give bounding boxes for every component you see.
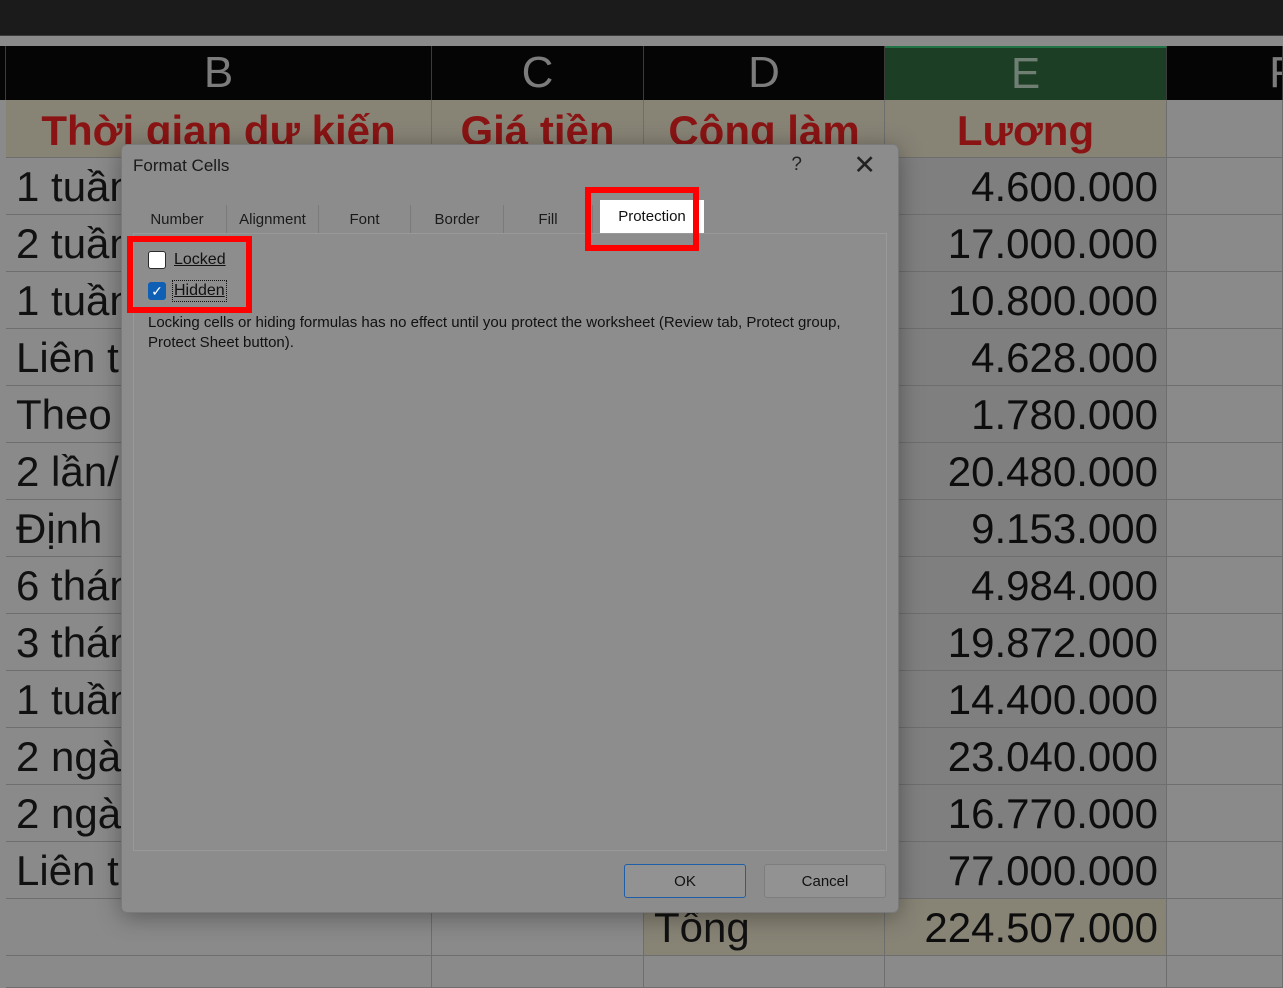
info-line-1: Locking cells or hiding formulas has no …: [148, 314, 841, 331]
cell-f-header[interactable]: [1167, 100, 1283, 158]
cell-e-row[interactable]: 4.600.000: [885, 158, 1167, 215]
cancel-button[interactable]: Cancel: [764, 864, 886, 898]
tab-strip: Number Alignment Font Border Fill Protec…: [128, 200, 886, 233]
col-header-e[interactable]: E: [885, 46, 1167, 100]
cell-f-row[interactable]: [1167, 557, 1283, 614]
title-bar: [0, 0, 1283, 36]
cell-f-row[interactable]: [1167, 158, 1283, 215]
cell-f-empty[interactable]: [1167, 956, 1283, 988]
tab-alignment[interactable]: Alignment: [227, 205, 319, 233]
col-header-b[interactable]: B: [6, 46, 432, 100]
cell-f-row[interactable]: [1167, 500, 1283, 557]
cell-f-row[interactable]: [1167, 785, 1283, 842]
cell-e-row[interactable]: 23.040.000: [885, 728, 1167, 785]
cell-e-row[interactable]: 16.770.000: [885, 785, 1167, 842]
cell-e-row[interactable]: 17.000.000: [885, 215, 1167, 272]
cell-e-empty[interactable]: [885, 956, 1167, 988]
protection-panel: Locked ✓ Hidden Locking cells or hiding …: [133, 233, 887, 851]
dialog-title: Format Cells: [133, 156, 230, 175]
cell-f-row[interactable]: [1167, 215, 1283, 272]
col-header-f-label: F: [1269, 48, 1282, 98]
cell-e-row[interactable]: 9.153.000: [885, 500, 1167, 557]
cell-f-row[interactable]: [1167, 386, 1283, 443]
col-header-f[interactable]: F: [1167, 46, 1283, 100]
col-header-d[interactable]: D: [644, 46, 885, 100]
cell-f-row[interactable]: [1167, 614, 1283, 671]
help-button[interactable]: ?: [791, 154, 802, 176]
cell-e-row[interactable]: 4.628.000: [885, 329, 1167, 386]
cell-f-row[interactable]: [1167, 671, 1283, 728]
tab-fill[interactable]: Fill: [504, 205, 593, 233]
ok-button[interactable]: OK: [624, 864, 746, 898]
cell-e-row[interactable]: 1.780.000: [885, 386, 1167, 443]
cell-e-row[interactable]: 19.872.000: [885, 614, 1167, 671]
cell-f-row[interactable]: [1167, 728, 1283, 785]
close-icon[interactable]: ✕: [853, 150, 876, 181]
cell-f-total[interactable]: [1167, 899, 1283, 956]
cell-f-row[interactable]: [1167, 443, 1283, 500]
cell-e-row[interactable]: 14.400.000: [885, 671, 1167, 728]
cell-e-row[interactable]: 10.800.000: [885, 272, 1167, 329]
tab-number[interactable]: Number: [128, 205, 227, 233]
cell-e-row[interactable]: 77.000.000: [885, 842, 1167, 899]
cell-f-row[interactable]: [1167, 329, 1283, 386]
highlight-box-protection-tab: [585, 187, 699, 251]
cell-c-empty[interactable]: [432, 956, 644, 988]
cell-e-row[interactable]: 4.984.000: [885, 557, 1167, 614]
cell-b-empty[interactable]: [6, 956, 432, 988]
tab-font[interactable]: Font: [319, 205, 411, 233]
col-header-c[interactable]: C: [432, 46, 644, 100]
cell-f-row[interactable]: [1167, 272, 1283, 329]
cell-e-row[interactable]: 20.480.000: [885, 443, 1167, 500]
highlight-box-checkboxes: [127, 236, 252, 313]
header-cell-e[interactable]: Lương: [885, 100, 1167, 158]
total-value-cell[interactable]: 224.507.000: [885, 899, 1167, 956]
info-line-2: Protect Sheet button).: [148, 334, 294, 351]
cell-d-empty[interactable]: [644, 956, 885, 988]
tab-border[interactable]: Border: [411, 205, 504, 233]
cell-f-row[interactable]: [1167, 842, 1283, 899]
protection-info-text: Locking cells or hiding formulas has no …: [148, 313, 878, 353]
